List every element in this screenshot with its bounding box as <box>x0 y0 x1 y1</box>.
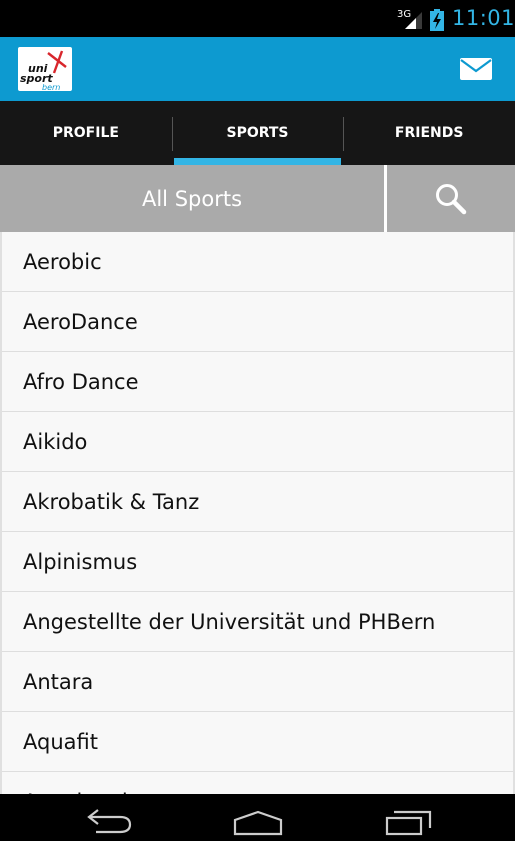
tab-profile[interactable]: PROFILE <box>0 101 172 165</box>
navigation-bar <box>0 794 515 841</box>
list-item[interactable]: Afro Dance <box>2 352 513 412</box>
tab-bar: PROFILE SPORTS FRIENDS <box>0 101 515 165</box>
tab-sports[interactable]: SPORTS <box>171 101 344 165</box>
logo-text-bern: bern <box>42 83 60 91</box>
action-bar: uni sport bern <box>0 37 515 101</box>
list-item[interactable]: Aikido <box>2 412 513 472</box>
status-bar: 3G 11:01 <box>0 0 515 37</box>
list-item[interactable]: Aquafit <box>2 712 513 772</box>
logo-graphic: uni sport bern <box>20 50 67 91</box>
battery-icon <box>430 9 444 31</box>
signal-icon <box>405 12 422 29</box>
list-item[interactable]: Aerobic <box>2 232 513 292</box>
tab-friends[interactable]: FRIENDS <box>343 101 515 165</box>
list-item[interactable]: Antara <box>2 652 513 712</box>
filter-bar: All Sports <box>0 165 515 232</box>
list-item[interactable]: Aquajogging <box>2 772 513 794</box>
clock: 11:01 <box>452 6 515 30</box>
back-icon[interactable] <box>84 806 136 836</box>
list-item[interactable]: AeroDance <box>2 292 513 352</box>
search-button[interactable] <box>387 165 515 232</box>
home-icon[interactable] <box>232 806 284 836</box>
recent-apps-icon[interactable] <box>384 806 436 836</box>
list-item[interactable]: Akrobatik & Tanz <box>2 472 513 532</box>
sports-list[interactable]: Aerobic AeroDance Afro Dance Aikido Akro… <box>0 232 515 794</box>
list-item[interactable]: Alpinismus <box>2 532 513 592</box>
app-screen: 3G 11:01 uni sport bern PROFILE SPORTS F… <box>0 0 515 841</box>
mail-icon[interactable] <box>458 53 494 85</box>
unisport-logo[interactable]: uni sport bern <box>18 47 72 91</box>
list-item[interactable]: Angestellte der Universität und PHBern <box>2 592 513 652</box>
all-sports-button[interactable]: All Sports <box>0 165 384 232</box>
search-icon <box>436 183 467 214</box>
